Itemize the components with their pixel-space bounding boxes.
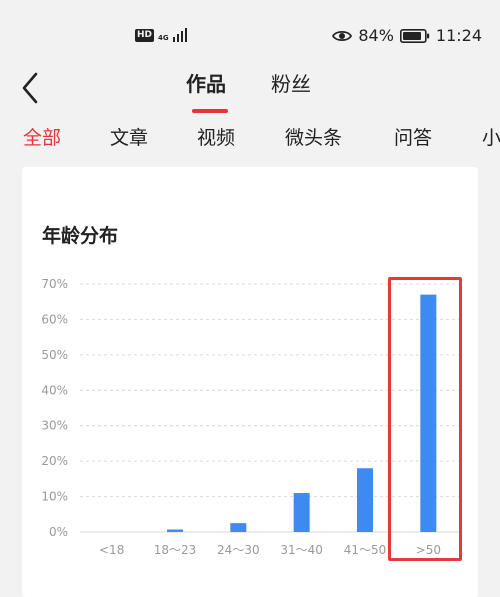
x-tick-label: <18	[99, 543, 124, 557]
x-tick-label: 41～50	[344, 543, 387, 557]
bar	[293, 493, 310, 532]
y-tick-label: 30%	[41, 419, 68, 433]
y-tick-label: 60%	[41, 312, 68, 326]
y-tick-label: 0%	[49, 525, 68, 539]
y-tick-label: 10%	[41, 490, 68, 504]
x-tick-label: 31～40	[280, 543, 323, 557]
x-tick-label: 18～23	[154, 543, 197, 557]
bar	[357, 468, 373, 532]
highlight-box	[388, 277, 462, 561]
y-tick-label: 40%	[41, 383, 68, 397]
y-tick-label: 20%	[41, 454, 68, 468]
bar	[167, 529, 183, 532]
y-tick-label: 70%	[41, 277, 68, 291]
x-tick-label: 24～30	[217, 543, 260, 557]
y-tick-label: 50%	[41, 348, 68, 362]
bar	[230, 523, 247, 532]
